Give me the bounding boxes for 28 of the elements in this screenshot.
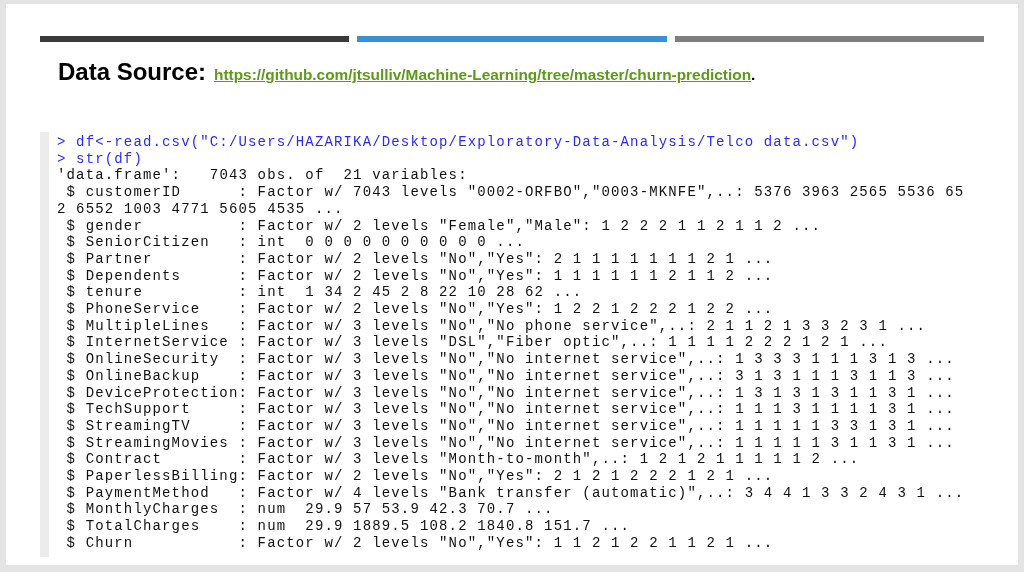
output-line: $ Churn : Factor w/ 2 levels "No","Yes": 1 1 2 1 2 2 1 1 2 1 ... — [65, 534, 774, 552]
output-line: $ Dependents : Factor w/ 2 levels "No","Yes": 1 1 1 1 1 1 2 1 1 2 ... — [65, 267, 774, 285]
output-line: 'data.frame': 7043 obs. of 21 variables: — [57, 167, 468, 185]
output-line: 2 6552 1003 4771 5605 4535 ... — [57, 200, 344, 218]
output-line: $ customerID : Factor w/ 7043 levels "0002-ORFBO","0003-MKNFE",..: 5376 3963 2565 5536 65 — [65, 184, 965, 201]
output-line: $ Contract : Factor w/ 3 levels "Month-to-month",..: 1 2 1 2 1 1 1 1 1 2 ... — [65, 451, 860, 469]
output-line: $ TotalCharges : num 29.9 1889.5 108.2 1840.8 151.7 ... — [65, 518, 631, 535]
output-line: $ PhoneService : Factor w/ 2 levels "No","Yes": 1 2 2 1 2 2 2 1 2 2 ... — [65, 301, 774, 318]
output-line: $ StreamingTV : Factor w/ 3 levels "No","No internet service",..: 1 1 1 1 1 3 3 1 3 1 ... — [65, 417, 955, 435]
output-line: $ PaymentMethod : Factor w/ 4 levels "Bank transfer (automatic)",..: 3 4 4 1 3 3 2 4 3 1 ... — [65, 484, 965, 502]
output-line: $ OnlineBackup : Factor w/ 3 levels "No","No internet service",..: 3 1 3 1 1 1 3 1 1 3 ... — [65, 367, 955, 385]
output-line: $ tenure : int 1 34 2 45 2 8 22 10 28 62 ... — [65, 284, 583, 302]
output-line: $ gender : Factor w/ 2 levels "Female","Male": 1 2 2 2 1 1 2 1 1 2 ... — [65, 217, 822, 235]
output-line: $ PaperlessBilling: Factor w/ 2 levels "No","Yes": 2 1 2 1 2 2 2 1 2 1 ... — [65, 468, 774, 485]
output-line: $ TechSupport : Factor w/ 3 levels "No","No internet service",..: 1 1 1 3 1 1 1 1 3 1 ... — [65, 401, 955, 418]
output-line: $ MultipleLines : Factor w/ 3 levels "No","No phone service",..: 2 1 1 2 1 3 3 2 3 1 ... — [65, 317, 927, 335]
output-line: $ OnlineSecurity : Factor w/ 3 levels "No","No internet service",..: 1 3 3 3 1 1 1 3 1 3 ... — [65, 351, 955, 368]
output-line: $ Partner : Factor w/ 2 levels "No","Yes": 2 1 1 1 1 1 1 1 2 1 ... — [65, 250, 774, 268]
command-line: > df<-read.csv("C:/Users/HAZARIKA/Desktop/Exploratory-Data-Analysis/Telco data.csv") — [57, 134, 860, 151]
period-text: . — [751, 65, 756, 85]
output-line: $ SeniorCitizen : int 0 0 0 0 0 0 0 0 0 0 ... — [65, 234, 526, 251]
output-line: $ InternetService : Factor w/ 3 levels "DSL","Fiber optic",..: 1 1 1 1 2 2 2 1 2 1 ... — [65, 334, 888, 352]
output-line: $ MonthlyCharges : num 29.9 57 53.9 42.3 70.7 ... — [65, 501, 554, 519]
command-line: > str(df) — [57, 150, 143, 168]
slide-title: Data Source: — [58, 57, 207, 87]
source-link[interactable]: https://github.com/jtsulliv/Machine-Learning/tree/master/churn-prediction — [214, 63, 752, 87]
output-line: $ StreamingMovies : Factor w/ 3 levels "No","No internet service",..: 1 1 1 1 1 3 1 1 3 1 ... — [65, 434, 955, 452]
output-line: $ DeviceProtection: Factor w/ 3 levels "No","No internet service",..: 1 3 1 3 1 3 1 1 3 1 ... — [65, 384, 955, 402]
